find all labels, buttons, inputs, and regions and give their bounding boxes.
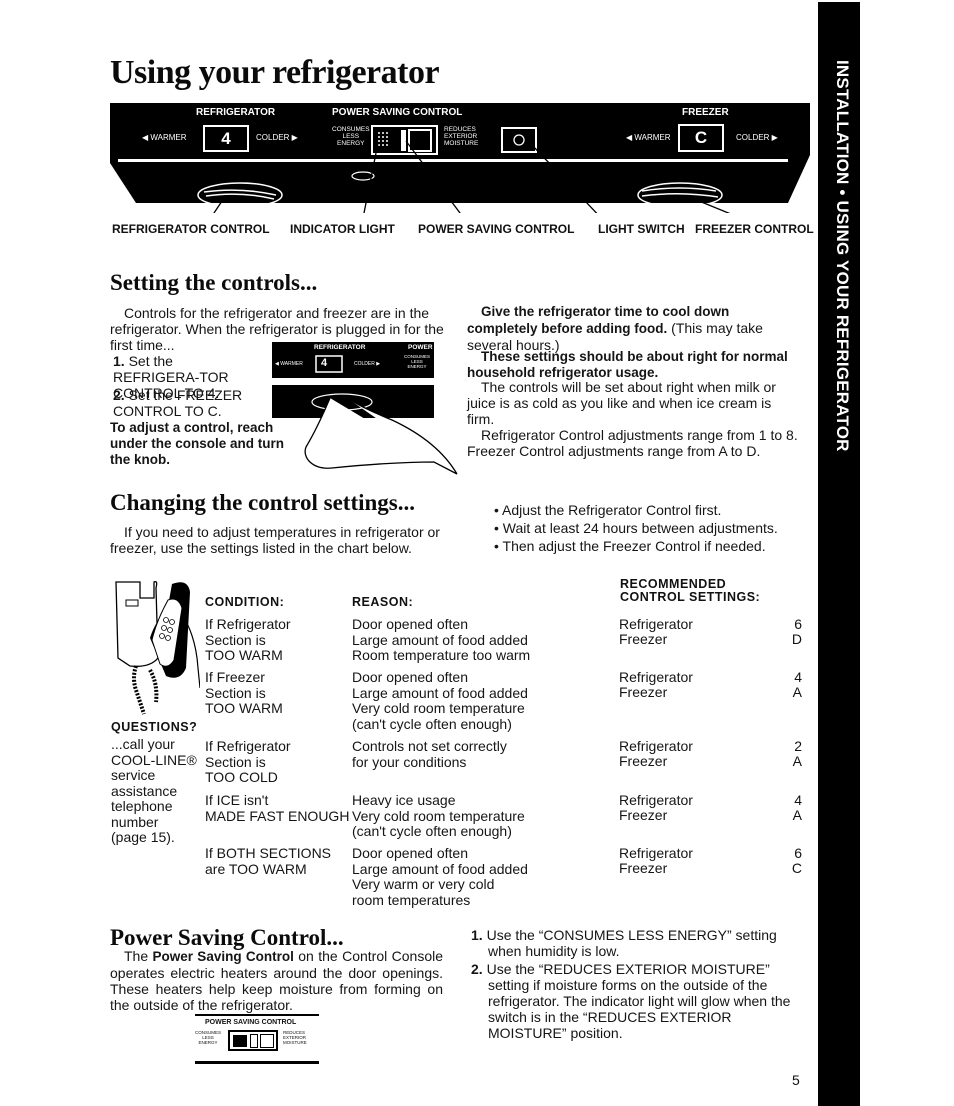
- row-freezer-label: Freezer: [619, 860, 668, 876]
- row-freezer-label: Freezer: [619, 753, 668, 769]
- telephone-illustration: [115, 580, 200, 715]
- row-condition: If Freezer Section is TOO WARM: [205, 669, 283, 716]
- console-freezer-label: FREEZER: [682, 107, 729, 118]
- mini-power-saving-control: POWER SAVING CONTROL CONSUMES LESS ENERG…: [195, 1014, 319, 1064]
- callout-indicator-light: INDICATOR LIGHT: [290, 222, 395, 236]
- row-condition: If BOTH SECTIONS are TOO WARM: [205, 845, 332, 877]
- side-tab-label: INSTALLATION • USING YOUR REFRIGERATOR: [833, 60, 852, 452]
- power-saving-step-2: 2. Use the “REDUCES EXTERIOR MOISTURE” s…: [471, 961, 791, 1041]
- console-consumes-label: CONSUMES LESS ENERGY: [332, 126, 370, 147]
- mini-switch-icon: [228, 1030, 278, 1051]
- row-freezer-label: Freezer: [619, 807, 668, 823]
- row-freezer-label: Freezer: [619, 684, 668, 700]
- row-condition: If Refrigerator Section is TOO WARM: [205, 616, 291, 663]
- questions-heading: QUESTIONS?: [111, 720, 198, 734]
- row-reason: Door opened often Large amount of food a…: [352, 616, 531, 663]
- mini-consumes-label: CONSUMES LESS ENERGY: [404, 354, 431, 369]
- row-reason: Door opened often Large amount of food a…: [352, 845, 528, 908]
- row-reason: Door opened often Large amount of food a…: [352, 669, 528, 732]
- row-freezer-value: C: [791, 860, 802, 876]
- row-condition: If Refrigerator Section is TOO COLD: [205, 738, 291, 785]
- setting-controls-heading: Setting the controls...: [110, 270, 318, 295]
- adjust-note: To adjust a control, reach under the con…: [110, 420, 285, 467]
- questions-text: ...call your COOL-LINE® service assistan…: [111, 736, 197, 845]
- row-reason: Controls not set correctly for your cond…: [352, 738, 507, 770]
- side-tab: INSTALLATION • USING YOUR REFRIGERATOR: [818, 2, 860, 1106]
- console-freezer-colder-label: COLDER ▶: [736, 133, 778, 142]
- milk-juice-note: The controls will be set about right whe…: [467, 379, 776, 427]
- mini-refrigerator-value: 4: [321, 357, 328, 369]
- mini-consumes-label: CONSUMES LESS ENERGY: [195, 1030, 222, 1045]
- control-console-diagram: REFRIGERATOR ◀ WARMER 4 COLDER ▶ POWER S…: [110, 103, 810, 213]
- mini-refrigerator-label: REFRIGERATOR: [314, 344, 366, 351]
- mini-power-saving-label: POWER SAVING CONTROL: [205, 1019, 297, 1026]
- changing-settings-intro: If you need to adjust temperatures in re…: [110, 524, 440, 556]
- row-freezer-label: Freezer: [619, 631, 668, 647]
- callout-freezer-control: FREEZER CONTROL: [695, 222, 814, 236]
- console-body: [110, 103, 810, 213]
- console-divider: [118, 159, 788, 162]
- setting-step-2: 2. Set the FREEZER CONTROL TO C.: [113, 387, 243, 419]
- changing-settings-bullets: • Adjust the Refrigerator Control first.…: [494, 502, 778, 554]
- settings-about-right-note: These settings should be about right for…: [467, 349, 788, 380]
- table-header-condition: CONDITION:: [205, 595, 285, 609]
- table-header-recommended: RECOMMENDED CONTROL SETTINGS:: [620, 577, 761, 604]
- callout-refrigerator-control: REFRIGERATOR CONTROL: [112, 222, 270, 236]
- callout-light-switch: LIGHT SWITCH: [598, 222, 685, 236]
- row-reason: Heavy ice usage Very cold room temperatu…: [352, 792, 525, 839]
- power-saving-step-1: 1. Use the “CONSUMES LESS ENERGY” settin…: [471, 927, 777, 959]
- bullet-item: • Wait at least 24 hours between adjustm…: [494, 520, 778, 536]
- row-condition: If ICE isn't MADE FAST ENOUGH: [205, 792, 350, 824]
- console-freezer-warmer-label: ◀ WARMER: [626, 133, 671, 142]
- row-freezer-value: A: [792, 753, 802, 769]
- mini-colder-label: COLDER ▶: [354, 361, 381, 367]
- console-power-saving-label: POWER SAVING CONTROL: [332, 107, 463, 118]
- cool-down-note: Give the refrigerator time to cool down …: [467, 304, 763, 353]
- light-switch-box: [501, 127, 537, 153]
- console-warmer-label: ◀ WARMER: [142, 133, 187, 142]
- bullet-item: • Adjust the Refrigerator Control first.: [494, 502, 722, 518]
- control-range-note: Refrigerator Control adjustments range f…: [467, 427, 798, 459]
- changing-settings-heading: Changing the control settings...: [110, 490, 415, 515]
- row-freezer-value: A: [792, 807, 802, 823]
- refrigerator-setting-display: 4: [203, 125, 249, 152]
- mini-console-illustration: REFRIGERATOR ◀ WARMER 4 COLDER ▶ POWER C…: [272, 342, 458, 482]
- mini-reduces-label: REDUCES EXTERIOR MOISTURE: [283, 1030, 307, 1045]
- freezer-setting-display: C: [678, 124, 724, 152]
- page-number: 5: [792, 1072, 800, 1088]
- row-freezer-value: A: [792, 684, 802, 700]
- page-title: Using your refrigerator: [110, 54, 440, 91]
- mini-power-label: POWER: [408, 344, 433, 351]
- console-colder-label: COLDER ▶: [256, 133, 298, 142]
- row-freezer-value: D: [791, 631, 802, 647]
- console-refrigerator-label: REFRIGERATOR: [196, 107, 276, 118]
- console-reduces-label: REDUCES EXTERIOR MOISTURE: [444, 126, 479, 147]
- mini-warmer-label: ◀ WARMER: [275, 361, 303, 367]
- bullet-item: • Then adjust the Freezer Control if nee…: [494, 538, 766, 554]
- callout-power-saving-control: POWER SAVING CONTROL: [418, 222, 575, 236]
- power-saving-description: The Power Saving Control on the Control …: [110, 948, 443, 1013]
- table-header-reason: REASON:: [352, 595, 414, 609]
